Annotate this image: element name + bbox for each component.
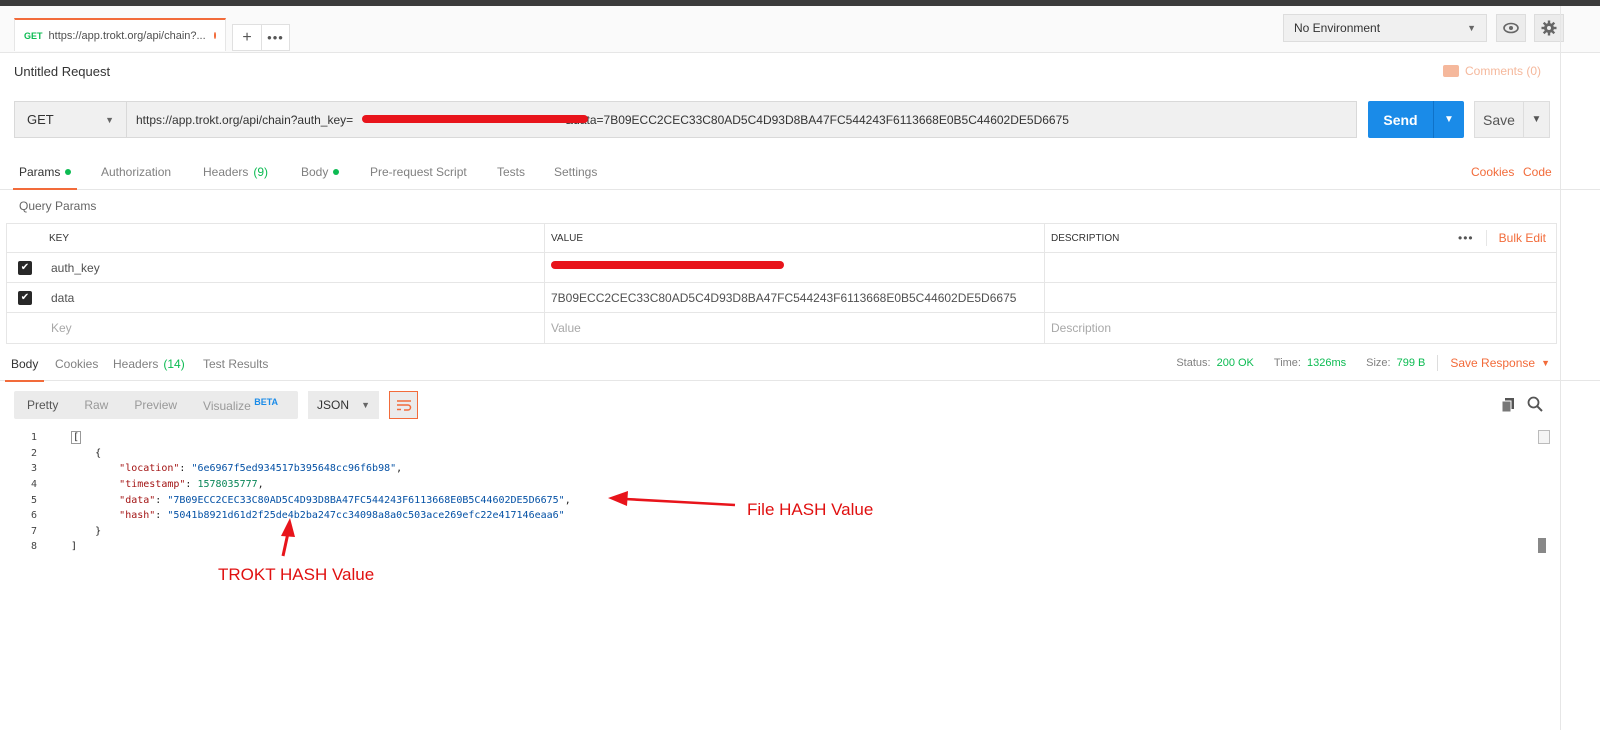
annotation-file-hash: File HASH Value <box>747 500 874 519</box>
annotation-arrows <box>281 491 736 557</box>
arrow-trokt-hash <box>281 518 295 557</box>
arrow-file-hash <box>608 491 736 507</box>
annotation-trokt-hash: TROKT HASH Value <box>218 565 375 584</box>
